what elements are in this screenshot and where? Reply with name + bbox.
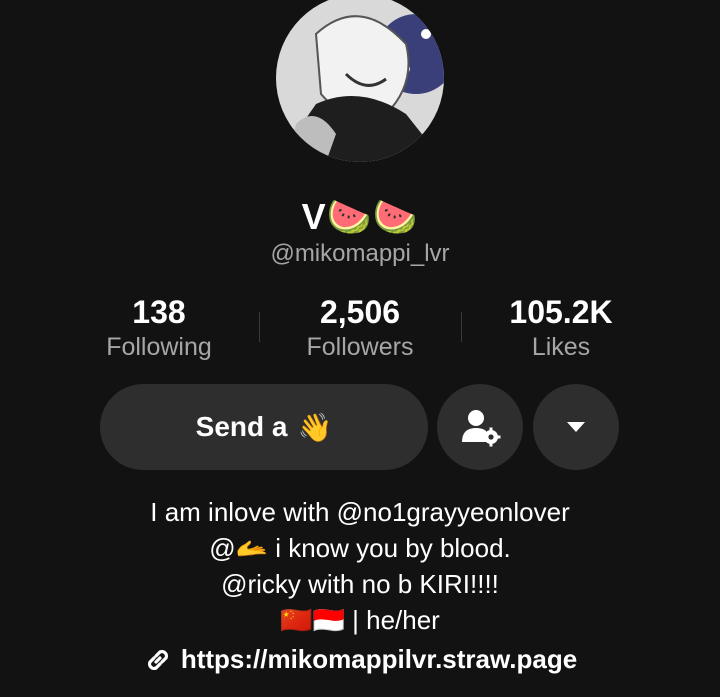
stat-followers[interactable]: 2,506 Followers	[270, 292, 450, 362]
profile-avatar[interactable]	[276, 0, 444, 162]
following-count: 138	[132, 294, 186, 330]
stat-divider	[461, 312, 462, 342]
bio-line: 🇨🇳🇮🇩 | he/her	[280, 605, 440, 635]
profile-settings-button[interactable]	[437, 384, 523, 470]
username-handle: @mikomappi_lvr	[270, 240, 450, 267]
followers-count: 2,506	[319, 294, 401, 330]
stats-row: 138 Following 2,506 Followers 105.2K Lik…	[0, 292, 720, 372]
link-icon	[147, 649, 168, 670]
send-label: Send a	[195, 411, 288, 442]
following-label: Following	[106, 333, 212, 361]
send-wave-button[interactable]: Send a 👋	[100, 384, 428, 470]
more-options-dropdown-button[interactable]	[533, 384, 619, 470]
stat-following[interactable]: 138 Following	[69, 292, 249, 362]
person-gear-icon	[462, 410, 501, 447]
display-name: V🍉🍉	[301, 196, 419, 237]
bio-line: @ricky with no b KIRI!!!!	[221, 569, 499, 599]
followers-label: Followers	[306, 333, 414, 361]
link-url: https://mikomappilvr.straw.page	[180, 644, 578, 674]
bio-line: I am inlove with @no1grayyeonlover	[150, 497, 570, 527]
bio-link[interactable]: https://mikomappilvr.straw.page	[0, 644, 720, 675]
bio-line: @🫴 i know you by blood.	[209, 533, 511, 563]
likes-count: 105.2K	[509, 294, 613, 330]
avatar-illustration	[276, 0, 444, 162]
caret-down-icon	[567, 422, 585, 432]
wave-hand-icon: 👋	[297, 411, 333, 443]
stat-divider	[259, 312, 260, 342]
likes-label: Likes	[531, 333, 591, 361]
stat-likes[interactable]: 105.2K Likes	[471, 292, 651, 362]
profile-bio: I am inlove with @no1grayyeonlover @🫴 i …	[0, 494, 720, 638]
